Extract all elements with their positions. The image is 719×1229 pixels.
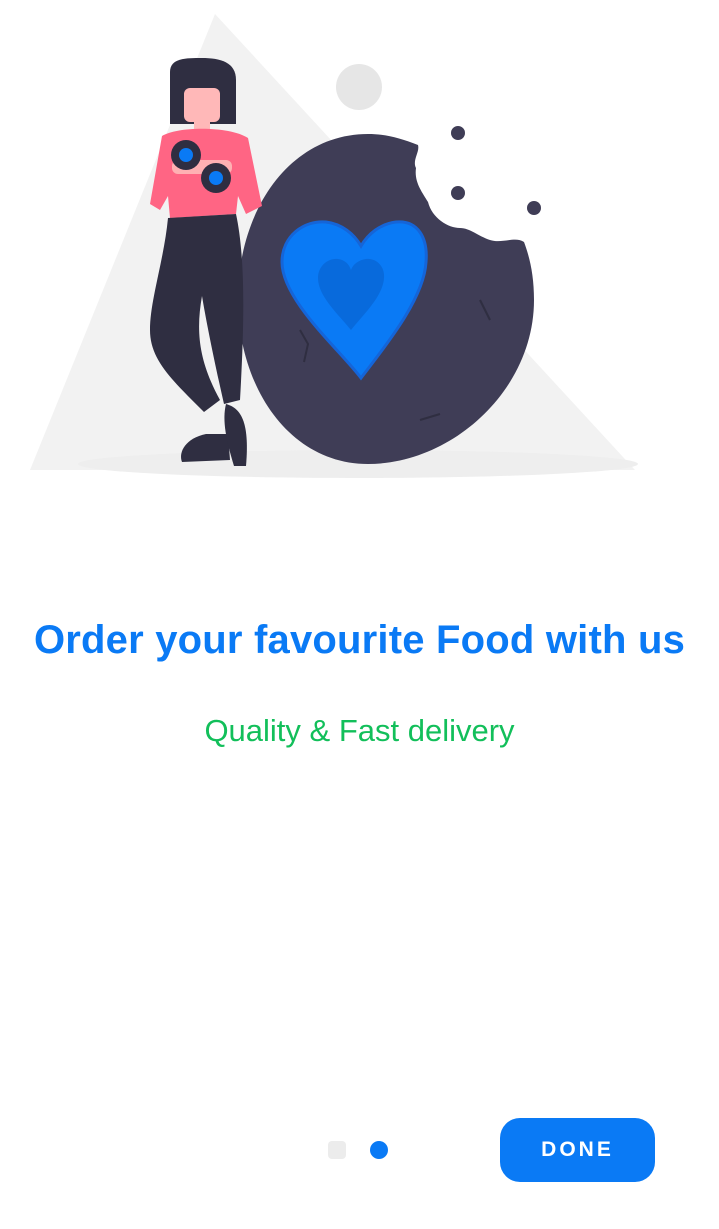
- onboarding-subtitle: Quality & Fast delivery: [204, 713, 515, 748]
- done-button[interactable]: DONE: [500, 1118, 655, 1182]
- page-indicator: [328, 1140, 412, 1160]
- page-dot-1[interactable]: [328, 1141, 346, 1159]
- page-dot-2-active[interactable]: [370, 1141, 388, 1159]
- decorative-circle: [336, 64, 382, 110]
- onboarding-illustration: [30, 14, 638, 478]
- onboarding-title: Order your favourite Food with us: [33, 618, 686, 662]
